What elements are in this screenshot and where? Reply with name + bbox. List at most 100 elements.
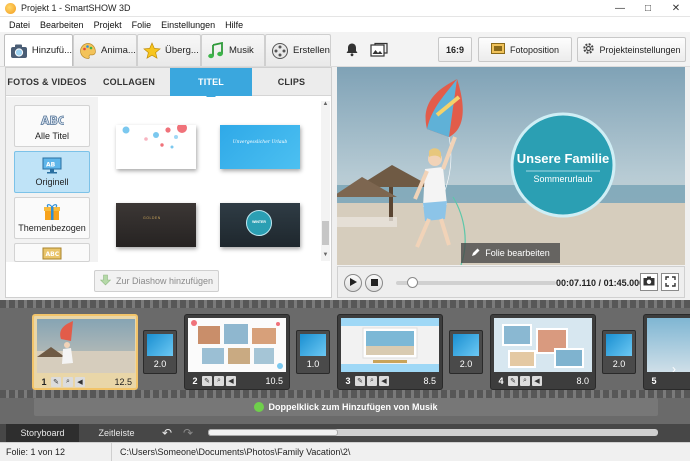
edit-pencil-icon[interactable]: ✎ [202,375,212,386]
transition-duration: 2.0 [612,359,626,369]
notification-bell-button[interactable] [342,40,362,60]
slide-position-button[interactable]: Fotoposition [478,37,572,62]
title-template-thumb[interactable] [116,125,196,169]
player-controls: 00:07.110 / 01:45.000 [337,266,685,298]
snapshot-button[interactable] [640,273,658,291]
edit-pencil-icon[interactable]: ✎ [355,375,365,386]
title-bar: Projekt 1 - SmartSHOW 3D — □ ✕ [0,0,690,17]
sound-icon[interactable]: ◀ [226,375,236,386]
music-track-area[interactable]: Doppelklick zum Hinzufügen von Musik [34,398,658,416]
slide-thumb-4[interactable]: 4 ✎ ⌕ ◀ 8.0 [490,314,596,390]
tab-transitions-label: Überg... [165,45,199,56]
seek-bar[interactable] [396,277,556,288]
image-gallery-button[interactable] [369,40,389,60]
window-controls: — □ ✕ [606,0,690,17]
library-panel: FOTOS & VIDEOS COLLAGEN TITEL CLIPS ABC … [5,67,332,298]
tab-create[interactable]: Erstellen [265,34,331,66]
redo-icon[interactable]: ↷ [183,426,197,440]
undo-icon[interactable]: ↶ [162,426,176,440]
slide-thumb-1[interactable]: 1 ✎ ⌕ ◀ 12.5 [32,314,138,390]
slide-thumb-5[interactable]: 5 [643,314,690,390]
scroll-up-icon[interactable]: ▲ [321,101,330,110]
seek-handle[interactable] [407,277,418,288]
slide-duration: 10.5 [265,375,283,386]
zoom-icon[interactable]: ⌕ [63,376,73,387]
minimize-button[interactable]: — [606,0,634,17]
transition-4[interactable]: 2.0 [602,330,636,374]
title-template-thumb[interactable]: GOLDEN [116,203,196,247]
menu-file[interactable]: Datei [4,20,35,30]
bell-icon [345,42,359,59]
slide-duration: 8.0 [576,375,589,386]
edit-slide-label: Folie bearbeiten [485,248,550,258]
stop-icon [370,278,378,288]
template-scrollbar[interactable]: ▲ ▼ [321,101,330,261]
category-themed[interactable]: Themenbezogen [14,197,90,239]
project-settings-button[interactable]: Projekteinstellungen [577,37,686,62]
sound-icon[interactable]: ◀ [379,375,389,386]
slide-number: 2 [192,375,198,386]
tab-add[interactable]: Hinzufü... [4,34,73,66]
transition-icon [300,334,326,356]
category-all-titles[interactable]: ABC Alle Titel [14,105,90,147]
category-original[interactable]: AB Originell [14,151,90,193]
tab-animation-label: Anima... [101,45,136,56]
edit-pencil-icon[interactable]: ✎ [51,376,61,387]
transition-2[interactable]: 1.0 [296,330,330,374]
close-button[interactable]: ✕ [662,0,690,17]
scrollbar-thumb[interactable] [208,429,338,436]
zoom-icon[interactable]: ⌕ [214,375,224,386]
aspect-ratio-button[interactable]: 16:9 [438,37,472,62]
title-template-thumb[interactable]: WINTER [220,203,300,247]
slide-duration: 12.5 [114,376,132,387]
camera-icon [643,276,655,288]
maximize-button[interactable]: □ [634,0,662,17]
tab-transitions[interactable]: Überg... [137,34,201,66]
edit-slide-button[interactable]: Folie bearbeiten [461,243,560,263]
zoom-icon[interactable]: ⌕ [367,375,377,386]
title-template-thumb[interactable]: Unvergesslicher Urlaub [220,125,300,169]
menu-project[interactable]: Projekt [89,20,127,30]
sound-icon[interactable]: ◀ [532,375,542,386]
subtab-collages[interactable]: COLLAGEN [88,68,170,96]
menu-slide[interactable]: Folie [127,20,157,30]
subtab-photos-videos[interactable]: FOTOS & VIDEOS [6,68,88,96]
menu-edit[interactable]: Bearbeiten [35,20,89,30]
edit-pencil-icon[interactable]: ✎ [508,375,518,386]
tab-timeline[interactable]: Zeitleiste [80,424,153,442]
sound-icon[interactable]: ◀ [75,376,85,387]
play-button[interactable] [344,274,362,292]
tab-music[interactable]: Musik [201,34,265,66]
slide-position-label: Fotoposition [509,44,560,55]
library-subtabs: FOTOS & VIDEOS COLLAGEN TITEL CLIPS [6,68,331,101]
transition-3[interactable]: 2.0 [449,330,483,374]
tab-storyboard[interactable]: Storyboard [6,424,79,442]
menu-settings[interactable]: Einstellungen [156,20,220,30]
scroll-down-icon[interactable]: ▼ [321,252,330,261]
tab-create-label: Erstellen [293,45,330,56]
category-list: ABC Alle Titel AB Originell Themenbezoge… [6,97,98,262]
stop-button[interactable] [365,274,383,292]
scroll-right-icon[interactable]: › [672,362,684,378]
slide-thumb-2[interactable]: 2 ✎ ⌕ ◀ 10.5 [184,314,290,390]
zoom-icon[interactable]: ⌕ [520,375,530,386]
storyboard-scrollbar[interactable] [208,429,658,436]
arrow-down-icon [99,274,112,288]
tab-animation[interactable]: Anima... [73,34,137,66]
transition-1[interactable]: 2.0 [143,330,177,374]
category-more[interactable]: ABC [14,243,90,262]
image-icon [370,42,388,59]
slide-thumb-3[interactable]: 3 ✎ ⌕ ◀ 8.5 [337,314,443,390]
star-icon [142,41,162,61]
scrollbar-thumb[interactable] [322,221,329,245]
slide-toolbar: 2 ✎ ⌕ ◀ 10.5 [188,374,286,387]
add-to-slideshow-button[interactable]: Zur Diashow hinzufügen [94,270,219,292]
subtab-titles[interactable]: TITEL [170,68,252,101]
fullscreen-button[interactable] [661,273,679,291]
music-note-icon [206,41,226,61]
preview-title: Unsere Familie [516,151,610,166]
camera-icon [9,41,29,61]
pencil-icon [471,248,480,259]
subtab-clips[interactable]: CLIPS [252,68,331,96]
menu-help[interactable]: Hilfe [220,20,248,30]
